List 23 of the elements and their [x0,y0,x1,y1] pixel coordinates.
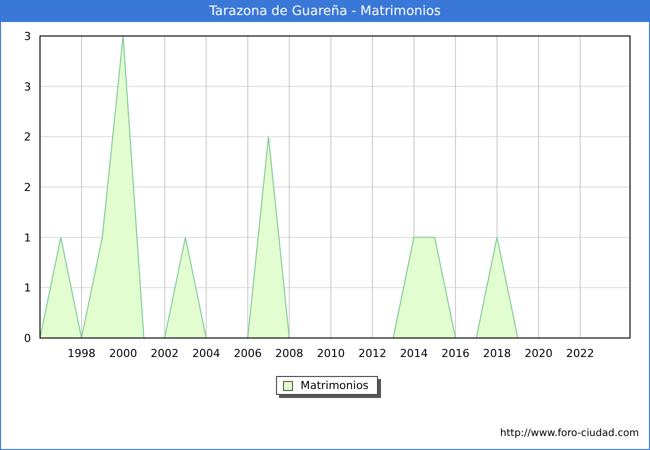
axis-tick-label: 3 [24,30,31,43]
axis-tick-label: 2012 [358,347,386,360]
axis-tick-label: 2010 [316,347,345,360]
source-url: http://www.foro-ciudad.com [500,428,639,439]
axis-tick-label: 2022 [566,347,594,360]
axis-tick-label: 2018 [483,347,512,360]
axis-tick-label: 2004 [192,347,220,360]
axis-tick-label: 1 [24,231,31,244]
axis-tick-label: 1998 [68,347,96,360]
window-title: Tarazona de Guareña - Matrimonios [1,0,649,22]
legend-label: Matrimonios [300,379,369,392]
axis-tick-label: 1 [24,282,31,295]
axis-tick-label: 2006 [234,347,262,360]
axis-tick-label: 2002 [150,347,179,360]
axis-tick-label: 2008 [275,347,304,360]
axis-tick-label: 2000 [109,347,138,360]
axis-tick-label: 2014 [400,347,428,360]
axis-tick-label: 2020 [524,347,553,360]
axis-tick-label: 2016 [442,347,470,360]
axis-tick-label: 2 [24,181,31,194]
axis-tick-label: 0 [24,332,31,345]
axis-tick-label: 3 [24,80,31,94]
axis-tick-label: 2 [24,130,31,144]
